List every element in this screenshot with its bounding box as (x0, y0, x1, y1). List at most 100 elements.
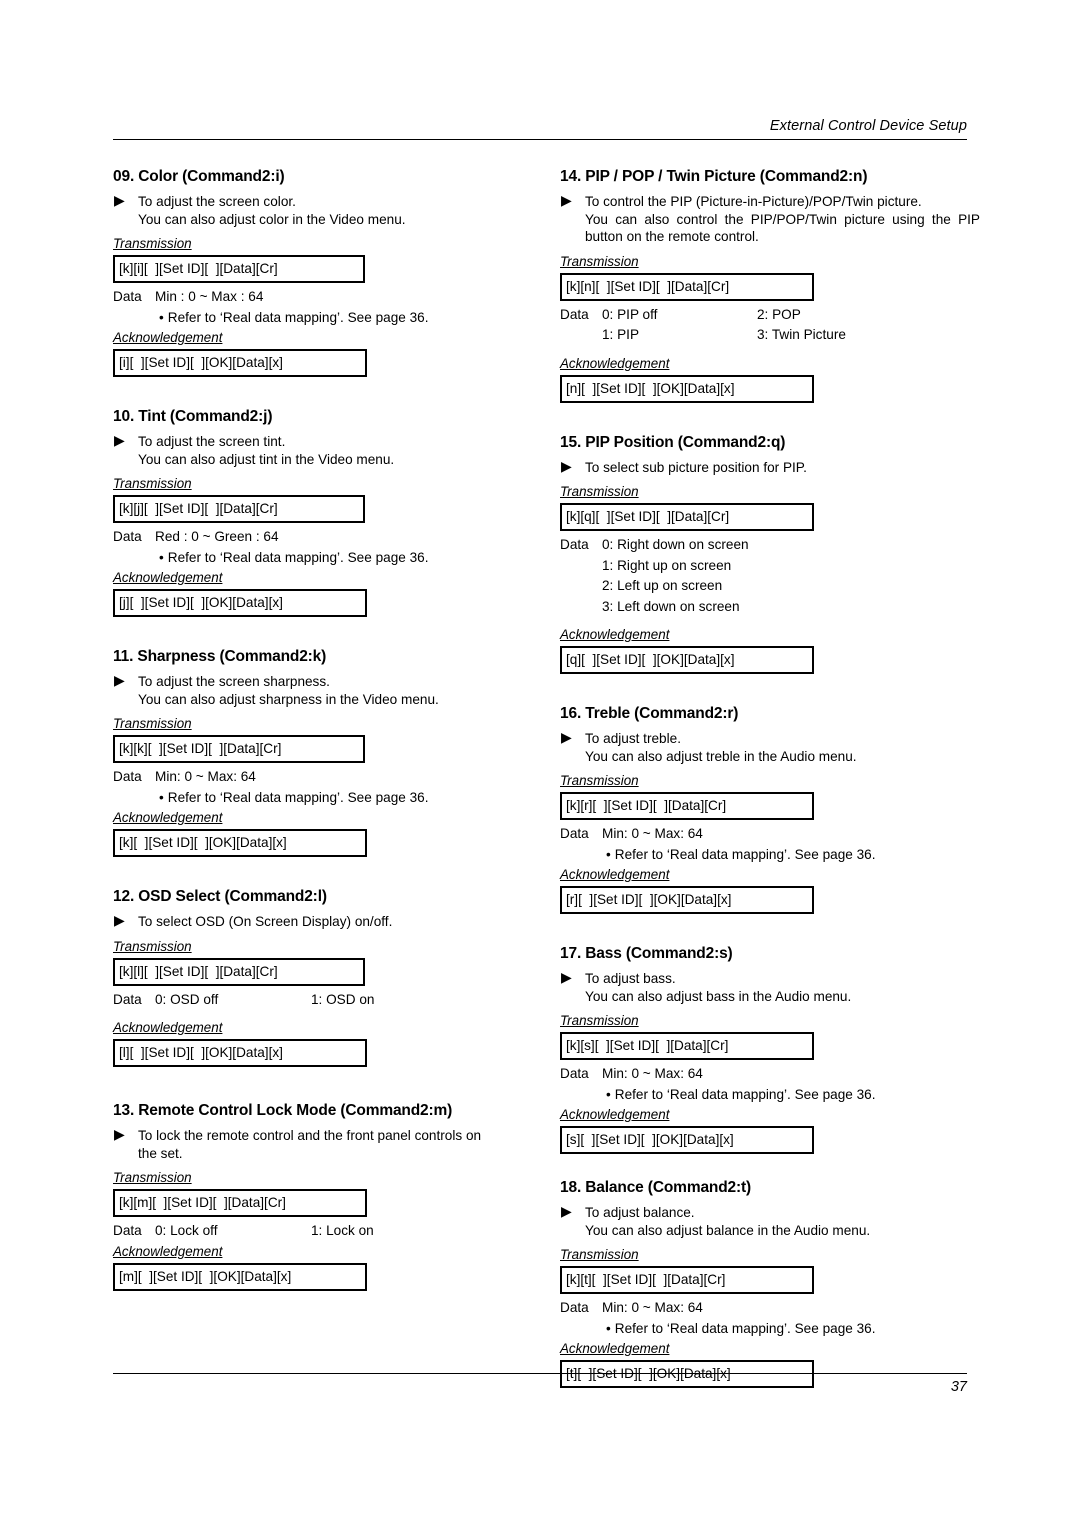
data-label: Data (113, 769, 142, 784)
section-description: ▶ To select sub picture position for PIP… (560, 458, 980, 477)
description-line-1: To adjust the screen sharpness. (138, 674, 330, 689)
transmission-command-box: [k][t][ ][Set ID][ ][Data][Cr] (560, 1266, 814, 1294)
description-line-1: To adjust bass. (585, 971, 676, 986)
transmission-command-box: [k][k][ ][Set ID][ ][Data][Cr] (113, 735, 365, 763)
section-12-osd-select: 12. OSD Select (Command2:l) ▶ To select … (113, 888, 533, 1067)
data-row: 1: PIP 3: Twin Picture (560, 326, 980, 344)
triangle-bullet-icon: ▶ (561, 969, 572, 985)
triangle-bullet-icon: ▶ (561, 192, 572, 208)
section-description: ▶ To lock the remote control and the fro… (113, 1126, 533, 1162)
data-row: Data Min: 0 ~ Max: 64 (560, 1065, 980, 1083)
section-11-sharpness: 11. Sharpness (Command2:k) ▶ To adjust t… (113, 648, 533, 857)
description-line-2: You can also adjust treble in the Audio … (585, 748, 857, 764)
header-title: External Control Device Setup (769, 118, 967, 134)
refer-note: • Refer to ‘Real data mapping’. See page … (560, 1086, 980, 1104)
description-line-1: To adjust the screen tint. (138, 434, 286, 449)
data-row: Data Min : 0 ~ Max : 64 (113, 288, 533, 306)
data-row: 3: Left down on screen (560, 598, 980, 616)
page-number: 37 (950, 1379, 967, 1395)
bullet-icon: • (606, 846, 611, 862)
section-title: 14. PIP / POP / Twin Picture (Command2:n… (560, 168, 868, 185)
acknowledgement-label: Acknowledgement (113, 1243, 223, 1259)
transmission-command-box: [k][i][ ][Set ID][ ][Data][Cr] (113, 255, 365, 283)
transmission-command-box: [k][m][ ][Set ID][ ][Data][Cr] (113, 1189, 367, 1217)
data-row: Data 0: Right down on screen (560, 536, 980, 554)
description-line-2: You can also adjust sharpness in the Vid… (138, 691, 439, 707)
acknowledgement-label: Acknowledgement (113, 330, 223, 345)
description-line-2: You can also control the PIP/POP/Twin pi… (585, 211, 980, 245)
bullet-icon: • (159, 789, 164, 805)
data-row: 1: Right up on screen (560, 557, 980, 575)
section-title: 10. Tint (Command2:j) (113, 408, 273, 425)
acknowledgement-label: Acknowledgement (113, 570, 223, 585)
data-label: Data (560, 306, 589, 322)
acknowledgement-command-box: [s][ ][Set ID][ ][OK][Data][x] (560, 1126, 814, 1154)
refer-text: Refer to ‘Real data mapping’. See page 3… (167, 309, 429, 325)
section-16-treble: 16. Treble (Command2:r) ▶ To adjust treb… (560, 705, 980, 914)
data-value: 1: PIP (602, 327, 640, 342)
section-title: 17. Bass (Command2:s) (560, 945, 733, 962)
acknowledgement-label: Acknowledgement (560, 1341, 670, 1356)
acknowledgement-label: Acknowledgement (113, 810, 223, 825)
refer-note: • Refer to ‘Real data mapping’. See page … (113, 789, 533, 807)
acknowledgement-command-box: [k][ ][Set ID][ ][OK][Data][x] (113, 829, 367, 857)
data-label: Data (113, 289, 142, 304)
triangle-bullet-icon: ▶ (114, 1126, 125, 1142)
section-title: 11. Sharpness (Command2:k) (113, 648, 327, 665)
section-14-pip-pop-twin-picture: 14. PIP / POP / Twin Picture (Command2:n… (560, 168, 980, 403)
bullet-icon: • (606, 1320, 611, 1336)
data-label: Data (560, 826, 589, 841)
transmission-label: Transmission (560, 1013, 639, 1028)
transmission-label: Transmission (113, 236, 192, 251)
triangle-bullet-icon: ▶ (114, 912, 125, 928)
acknowledgement-command-box: [q][ ][Set ID][ ][OK][Data][x] (560, 646, 814, 674)
refer-text: Refer to ‘Real data mapping’. See page 3… (614, 1320, 876, 1336)
transmission-label: Transmission (113, 476, 192, 491)
data-value: 0: Right down on screen (602, 537, 749, 552)
transmission-command-box: [k][r][ ][Set ID][ ][Data][Cr] (560, 792, 814, 820)
section-description: ▶ To adjust balance. You can also adjust… (560, 1203, 980, 1239)
section-title: 12. OSD Select (Command2:l) (113, 888, 327, 905)
section-15-pip-position: 15. PIP Position (Command2:q) ▶ To selec… (560, 433, 980, 674)
data-value: Min: 0 ~ Max: 64 (602, 1300, 703, 1315)
refer-text: Refer to ‘Real data mapping’. See page 3… (167, 789, 429, 805)
section-title: 16. Treble (Command2:r) (560, 705, 739, 722)
data-value: Red : 0 ~ Green : 64 (155, 529, 279, 544)
acknowledgement-command-box: [i][ ][Set ID][ ][OK][Data][x] (113, 349, 367, 377)
section-description: ▶ To adjust bass. You can also adjust ba… (560, 969, 980, 1005)
acknowledgement-label: Acknowledgement (113, 1020, 223, 1035)
section-title: 15. PIP Position (Command2:q) (560, 433, 786, 451)
bullet-icon: • (606, 1086, 611, 1102)
data-value-secondary: 1: OSD on (311, 991, 375, 1007)
description-line-1: To adjust treble. (585, 731, 681, 746)
description-line-1: To lock the remote control and the front… (138, 1128, 482, 1143)
description-line-1: To select sub picture position for PIP. (585, 459, 807, 475)
refer-text: Refer to ‘Real data mapping’. See page 3… (614, 1086, 876, 1102)
data-value: Min: 0 ~ Max: 64 (602, 826, 703, 841)
refer-note: • Refer to ‘Real data mapping’. See page … (560, 846, 980, 864)
data-row: Data 0: Lock off 1: Lock on (113, 1222, 533, 1240)
acknowledgement-command-box: [j][ ][Set ID][ ][OK][Data][x] (113, 589, 367, 617)
description-line-1: To adjust balance. (585, 1205, 695, 1220)
transmission-label: Transmission (560, 484, 639, 499)
transmission-label: Transmission (113, 716, 192, 731)
section-17-bass: 17. Bass (Command2:s) ▶ To adjust bass. … (560, 945, 980, 1154)
data-row: Data Min: 0 ~ Max: 64 (560, 825, 980, 843)
refer-note: • Refer to ‘Real data mapping’. See page … (560, 1320, 980, 1338)
description-line-1: To control the PIP (Picture-in-Picture)/… (585, 194, 922, 209)
transmission-command-box: [k][j][ ][Set ID][ ][Data][Cr] (113, 495, 365, 523)
section-title: 13. Remote Control Lock Mode (Command2:m… (113, 1102, 453, 1119)
acknowledgement-command-box: [l][ ][Set ID][ ][OK][Data][x] (113, 1039, 367, 1067)
acknowledgement-label: Acknowledgement (560, 867, 670, 882)
data-value-secondary: 3: Twin Picture (757, 327, 846, 342)
right-column: 14. PIP / POP / Twin Picture (Command2:n… (560, 168, 980, 1393)
transmission-label: Transmission (113, 1170, 192, 1185)
data-row: 2: Left up on screen (560, 577, 980, 595)
